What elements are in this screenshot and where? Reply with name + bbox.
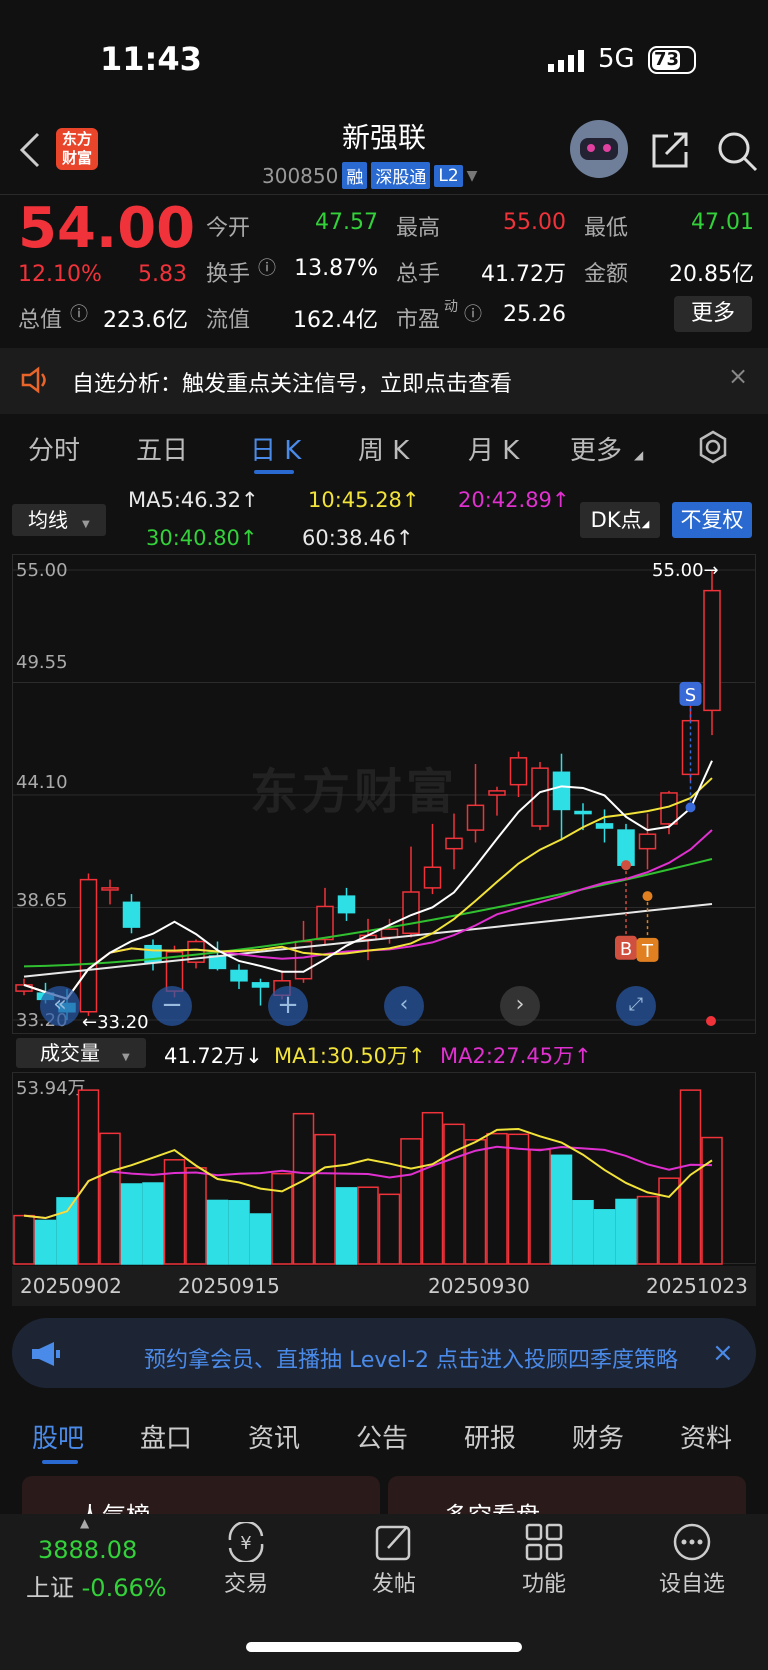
functions-grid-icon[interactable] xyxy=(524,1522,564,1562)
volume-bar-down xyxy=(56,1197,78,1265)
date-label: 20250930 xyxy=(428,1274,530,1298)
volume-bar-down xyxy=(335,1187,358,1265)
megaphone-icon xyxy=(32,1342,60,1366)
trade-icon[interactable]: ¥ xyxy=(224,1522,268,1562)
date-label: 20251023 xyxy=(646,1274,748,1298)
volume-bar-down xyxy=(142,1182,164,1265)
volume-bar-up xyxy=(13,1214,35,1265)
volume-bar-down xyxy=(120,1183,143,1265)
volume-bar-down xyxy=(34,1219,57,1265)
volume-bar-up xyxy=(636,1195,659,1265)
volume-bar-up xyxy=(378,1193,401,1265)
volume-bar-up xyxy=(400,1138,422,1265)
tab-indicator xyxy=(42,1460,78,1464)
volume-bar-up xyxy=(314,1133,336,1265)
volume-bar-up xyxy=(421,1111,444,1265)
tab-research[interactable]: 研报 xyxy=(464,1418,516,1455)
volume-bar-up xyxy=(507,1133,530,1265)
caret-up-icon: ▲ xyxy=(80,1516,90,1530)
nav-functions[interactable]: 功能 xyxy=(494,1566,594,1598)
volume-bar-up xyxy=(292,1112,315,1265)
nav-watchlist[interactable]: 设自选 xyxy=(642,1566,742,1598)
card-bull-bear[interactable]: 多空看盘 xyxy=(388,1476,746,1516)
tab-news[interactable]: 资讯 xyxy=(248,1418,300,1455)
more-dots-icon[interactable] xyxy=(672,1522,712,1562)
index-change: -0.66% xyxy=(81,1574,167,1602)
volume-bar-down xyxy=(593,1209,616,1265)
volume-bar-up xyxy=(679,1089,702,1265)
volume-bar-up xyxy=(443,1123,465,1265)
banner-text: 预约拿会员、直播抽 Level-2 点击进入投顾四季度策略 xyxy=(144,1348,678,1373)
volume-bar-up xyxy=(185,1167,207,1265)
tab-profile[interactable]: 资料 xyxy=(680,1418,732,1455)
home-indicator xyxy=(246,1642,522,1652)
close-icon[interactable]: × xyxy=(712,1338,734,1368)
tab-finance[interactable]: 财务 xyxy=(572,1418,624,1455)
index-value[interactable]: 3888.08 xyxy=(38,1536,137,1564)
tab-pankou[interactable]: 盘口 xyxy=(140,1418,192,1455)
index-ticker[interactable]: 上证 -0.66% xyxy=(26,1568,167,1603)
tab-guba[interactable]: 股吧 xyxy=(32,1418,84,1455)
volume-bar-up xyxy=(464,1139,487,1265)
date-label: 20250902 xyxy=(20,1274,122,1298)
volume-bar-up xyxy=(163,1159,186,1265)
volume-bar-down xyxy=(615,1198,637,1265)
volume-bar-up xyxy=(529,1148,551,1265)
volume-chart[interactable] xyxy=(0,0,768,1300)
volume-bar-down xyxy=(228,1200,250,1265)
volume-bar-up xyxy=(99,1132,121,1265)
volume-bar-up xyxy=(486,1132,508,1265)
post-icon[interactable] xyxy=(374,1522,414,1562)
card-popularity[interactable]: 人气榜 xyxy=(22,1476,380,1516)
nav-post[interactable]: 发帖 xyxy=(344,1566,444,1598)
volume-bar-down xyxy=(550,1154,573,1265)
nav-trade[interactable]: 交易 xyxy=(196,1566,296,1598)
volume-bar-down xyxy=(572,1200,594,1265)
tab-announcements[interactable]: 公告 xyxy=(356,1418,408,1455)
date-label: 20250915 xyxy=(178,1274,280,1298)
svg-text:¥: ¥ xyxy=(240,1533,251,1554)
card-title: 人气榜 xyxy=(78,1502,150,1516)
date-axis xyxy=(12,1266,756,1306)
index-name: 上证 xyxy=(26,1574,74,1602)
volume-bar-up xyxy=(357,1186,379,1265)
volume-bar-down xyxy=(206,1199,229,1265)
volume-bar-up xyxy=(701,1136,723,1265)
volume-bar-down xyxy=(249,1213,272,1265)
card-title: 多空看盘 xyxy=(444,1502,540,1516)
